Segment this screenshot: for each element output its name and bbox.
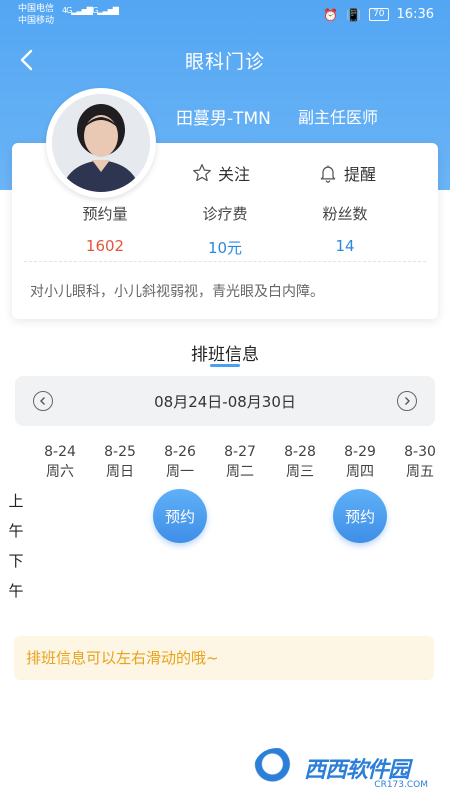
doctor-name: 田蔓男-TMN — [176, 109, 271, 129]
day-weekday: 周四 — [346, 464, 374, 480]
day-weekday: 周三 — [286, 464, 314, 480]
day-column[interactable]: 8-28 周三 — [275, 442, 325, 482]
follow-label: 关注 — [218, 165, 251, 184]
stat-fee: 诊疗费 10元 — [170, 203, 280, 258]
follow-button[interactable]: 关注 — [192, 161, 250, 185]
day-date: 8-24 — [44, 444, 76, 460]
day-column[interactable]: 8-27 周二 — [215, 442, 265, 482]
stat-value: 10元 — [207, 239, 243, 257]
period-afternoon: 下 午 — [8, 546, 24, 606]
carrier-1: 中国电信 — [18, 4, 55, 14]
week-selector: 08月24日-08月30日 — [15, 376, 435, 426]
next-week-button[interactable] — [397, 391, 417, 411]
day-column[interactable]: 8-30 周五 — [395, 442, 445, 482]
carrier-2: 中国移动 — [18, 16, 55, 26]
divider — [24, 261, 426, 262]
day-date: 8-26 — [164, 444, 196, 460]
doctor-avatar — [46, 88, 156, 198]
day-weekday: 周五 — [406, 464, 434, 480]
day-weekday: 周六 — [46, 464, 74, 480]
day-column[interactable]: 8-26 周一 — [155, 442, 205, 482]
doctor-photo — [52, 94, 150, 192]
doctor-intro: 对小儿眼科，小儿斜视弱视，青光眼及白内障。 — [30, 284, 324, 300]
week-range: 08月24日-08月30日 — [154, 393, 296, 411]
period-morning: 上 午 — [8, 486, 24, 546]
period-char: 上 — [8, 492, 24, 510]
doctor-title: 副主任医师 — [298, 108, 379, 127]
title-underline — [210, 364, 240, 367]
stat-value: 14 — [335, 237, 355, 255]
battery-icon: 70 — [369, 8, 389, 21]
day-date: 8-29 — [344, 444, 376, 460]
day-weekday: 周一 — [166, 464, 194, 480]
alarm-icon: ⏰ — [323, 7, 339, 22]
day-weekday: 周日 — [106, 464, 134, 480]
day-date: 8-25 — [104, 444, 136, 460]
day-date: 8-27 — [224, 444, 256, 460]
watermark-site: CR173.COM — [374, 780, 428, 790]
day-date: 8-28 — [284, 444, 316, 460]
day-column[interactable]: 8-24 周六 — [35, 442, 85, 482]
stat-fans: 粉丝数 14 — [290, 203, 400, 255]
period-char: 下 — [8, 552, 24, 570]
watermark-logo: 西西软件园 CR173.COM — [254, 746, 444, 790]
stat-label: 预约量 — [82, 205, 128, 223]
signal-icon: 2G▂▃▅▇ — [88, 6, 119, 15]
period-char: 午 — [8, 582, 24, 600]
bell-icon — [320, 165, 336, 183]
clock: 16:36 — [396, 7, 434, 22]
nav-bar: 眼科门诊 — [0, 40, 450, 80]
stat-label: 粉丝数 — [322, 205, 368, 223]
star-icon — [193, 164, 211, 182]
day-date: 8-30 — [404, 444, 436, 460]
schedule-title: 排班信息 — [191, 345, 259, 365]
status-bar: 中国电信 中国移动 4G▂▃▅▇ 2G▂▃▅▇ ⏰ 📳 70 16:36 — [0, 0, 450, 32]
vibrate-icon: 📳 — [346, 7, 362, 22]
logo-icon — [254, 748, 300, 788]
day-weekday: 周二 — [226, 464, 254, 480]
page-title: 眼科门诊 — [184, 51, 265, 73]
stat-label: 诊疗费 — [202, 205, 248, 223]
remind-label: 提醒 — [344, 165, 377, 184]
swipe-tip: 排班信息可以左右滑动的哦~ — [14, 636, 434, 680]
day-column[interactable]: 8-29 周四 — [335, 442, 385, 482]
period-char: 午 — [8, 522, 24, 540]
book-button[interactable]: 预约 — [333, 489, 387, 543]
chevron-right-icon — [405, 397, 410, 405]
day-column[interactable]: 8-25 周日 — [95, 442, 145, 482]
stat-appointments: 预约量 1602 — [50, 203, 160, 255]
stat-value: 1602 — [85, 237, 125, 255]
remind-button[interactable]: 提醒 — [318, 161, 376, 185]
book-button[interactable]: 预约 — [153, 489, 207, 543]
